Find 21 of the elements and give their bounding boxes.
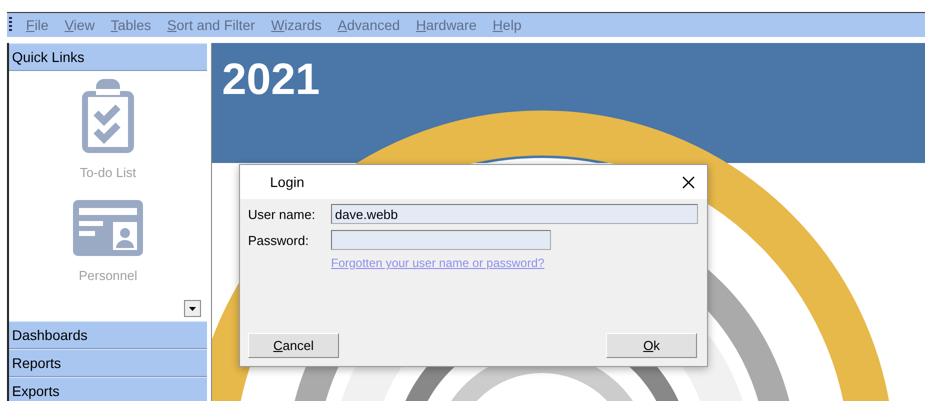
sidebar-section-header[interactable]: Exports [9,377,207,401]
quick-link-label[interactable]: Personnel [78,268,138,283]
dropdown-button[interactable] [184,300,201,317]
forgot-link[interactable]: Forgotten your user name or password? [331,256,699,270]
year-heading: 2021 [222,55,320,105]
caret-icon [189,306,196,310]
dialog-button[interactable]: Ok [606,333,697,358]
field-label: Password: [248,232,310,248]
sidebar-section-header[interactable]: Dashboards [9,321,207,349]
field-label: User name: [248,206,316,222]
sidebar-section-header[interactable]: Quick Links [9,43,207,71]
input-field[interactable] [331,230,551,250]
id-card-icon[interactable] [73,200,143,256]
dialog-title: Login [270,174,304,190]
clipboard-icon[interactable] [82,79,134,153]
grip-icon [9,17,12,33]
quick-link-label[interactable]: To-do List [80,165,136,180]
close-icon[interactable] [682,176,695,188]
dialog-button[interactable]: Cancel [248,333,339,358]
sidebar-section-header[interactable]: Reports [9,349,207,377]
input-field[interactable]: dave.webb [331,204,698,224]
